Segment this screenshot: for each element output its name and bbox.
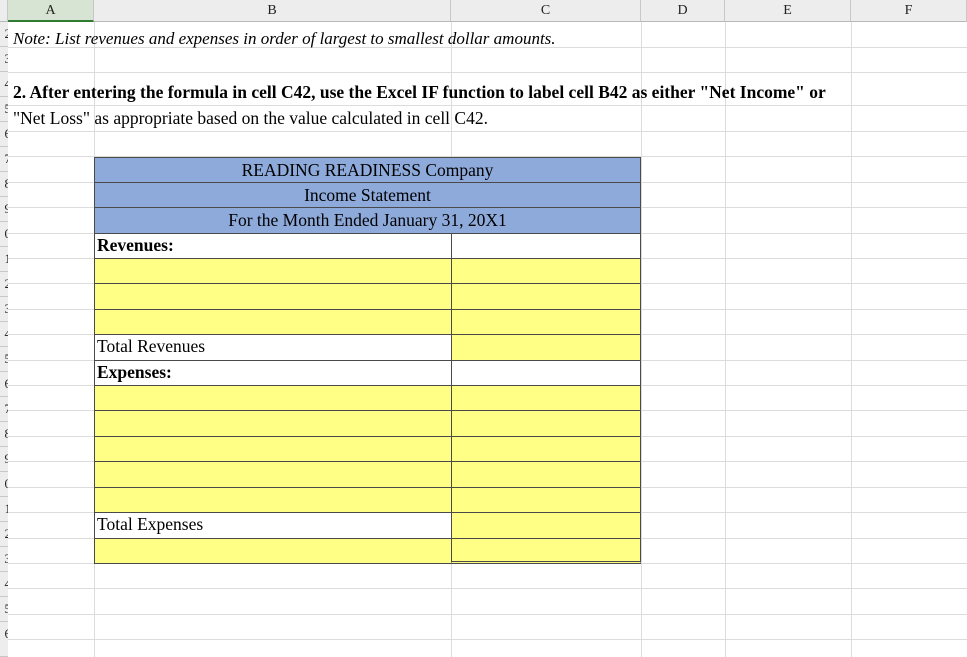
row-header[interactable]: 0 (0, 472, 8, 497)
statement-title-cell[interactable]: Income Statement (94, 182, 641, 208)
gridline (725, 22, 726, 657)
row-header[interactable]: 2 (0, 522, 8, 547)
column-header-b[interactable]: B (94, 0, 451, 22)
total-revenues-label-cell[interactable]: Total Revenues (94, 334, 452, 361)
column-header-d[interactable]: D (641, 0, 725, 22)
expense-name-input[interactable] (94, 487, 452, 513)
expense-amount-input[interactable] (451, 385, 641, 411)
revenue-amount-input[interactable] (451, 309, 641, 335)
expense-name-input[interactable] (94, 461, 452, 488)
revenues-amount-cell[interactable] (451, 233, 641, 259)
column-header-a[interactable]: A (8, 0, 94, 22)
revenue-name-input[interactable] (94, 283, 452, 310)
revenue-name-input[interactable] (94, 309, 452, 335)
total-revenues-amount-input[interactable] (451, 334, 641, 361)
gridline (8, 639, 967, 640)
row-header[interactable]: 6 (0, 622, 8, 657)
row-header[interactable]: 1 (0, 247, 8, 272)
row-header[interactable]: 9 (0, 447, 8, 472)
revenue-amount-input[interactable] (451, 258, 641, 284)
row-header[interactable]: 3 (0, 297, 8, 322)
row-header[interactable]: 3 (0, 547, 8, 572)
expense-amount-input[interactable] (451, 436, 641, 462)
gridline (641, 22, 642, 657)
expenses-amount-cell[interactable] (451, 360, 641, 386)
row-header[interactable]: 2 (0, 272, 8, 297)
column-header-c[interactable]: C (451, 0, 641, 22)
net-income-amount-input[interactable] (451, 538, 641, 564)
expense-amount-input[interactable] (451, 487, 641, 513)
net-income-label-input[interactable] (94, 538, 452, 564)
revenue-name-input[interactable] (94, 258, 452, 284)
gridline (8, 131, 967, 132)
gridline (8, 105, 967, 106)
gridline (8, 588, 967, 589)
row-header[interactable]: 6 (0, 122, 8, 147)
expense-name-input[interactable] (94, 385, 452, 411)
column-header-f[interactable]: F (851, 0, 967, 22)
company-name-cell[interactable]: READING READINESS Company (94, 157, 641, 183)
instruction-line-1: 2. After entering the formula in cell C4… (13, 82, 826, 102)
total-expenses-amount-input[interactable] (451, 512, 641, 539)
expense-name-input[interactable] (94, 410, 452, 437)
row-header[interactable]: 5 (0, 597, 8, 622)
expense-amount-input[interactable] (451, 410, 641, 437)
note-text: Note: List revenues and expenses in orde… (13, 29, 556, 48)
row-header[interactable]: 8 (0, 172, 8, 197)
row-header[interactable]: 4 (0, 572, 8, 597)
row-header[interactable]: 4 (0, 72, 8, 97)
row-header[interactable]: 7 (0, 147, 8, 172)
gridline (8, 72, 967, 73)
row-header[interactable]: 2 (0, 22, 8, 47)
row-header[interactable]: 4 (0, 322, 8, 347)
gridline (851, 22, 852, 657)
row-header[interactable]: 9 (0, 197, 8, 222)
row-header[interactable]: 5 (0, 97, 8, 122)
row-header[interactable]: 1 (0, 497, 8, 522)
revenue-amount-input[interactable] (451, 283, 641, 310)
instruction-line-2: "Net Loss" as appropriate based on the v… (13, 108, 488, 128)
row-header[interactable]: 7 (0, 397, 8, 422)
expenses-label-cell[interactable]: Expenses: (94, 360, 452, 386)
row-header[interactable]: 3 (0, 47, 8, 72)
row-header[interactable]: 0 (0, 222, 8, 247)
statement-period-cell[interactable]: For the Month Ended January 31, 20X1 (94, 207, 641, 234)
row-header[interactable]: 8 (0, 422, 8, 447)
row-header[interactable]: 5 (0, 347, 8, 372)
total-expenses-label-cell[interactable]: Total Expenses (94, 512, 452, 539)
select-all-corner[interactable] (0, 0, 8, 22)
row-header[interactable]: 6 (0, 372, 8, 397)
gridline (8, 614, 967, 615)
revenues-label-cell[interactable]: Revenues: (94, 233, 452, 259)
column-header-e[interactable]: E (725, 0, 851, 22)
spreadsheet: A B C D E F 2 3 4 5 6 7 8 9 0 1 2 3 4 5 … (0, 0, 967, 657)
expense-name-input[interactable] (94, 436, 452, 462)
expense-amount-input[interactable] (451, 461, 641, 488)
